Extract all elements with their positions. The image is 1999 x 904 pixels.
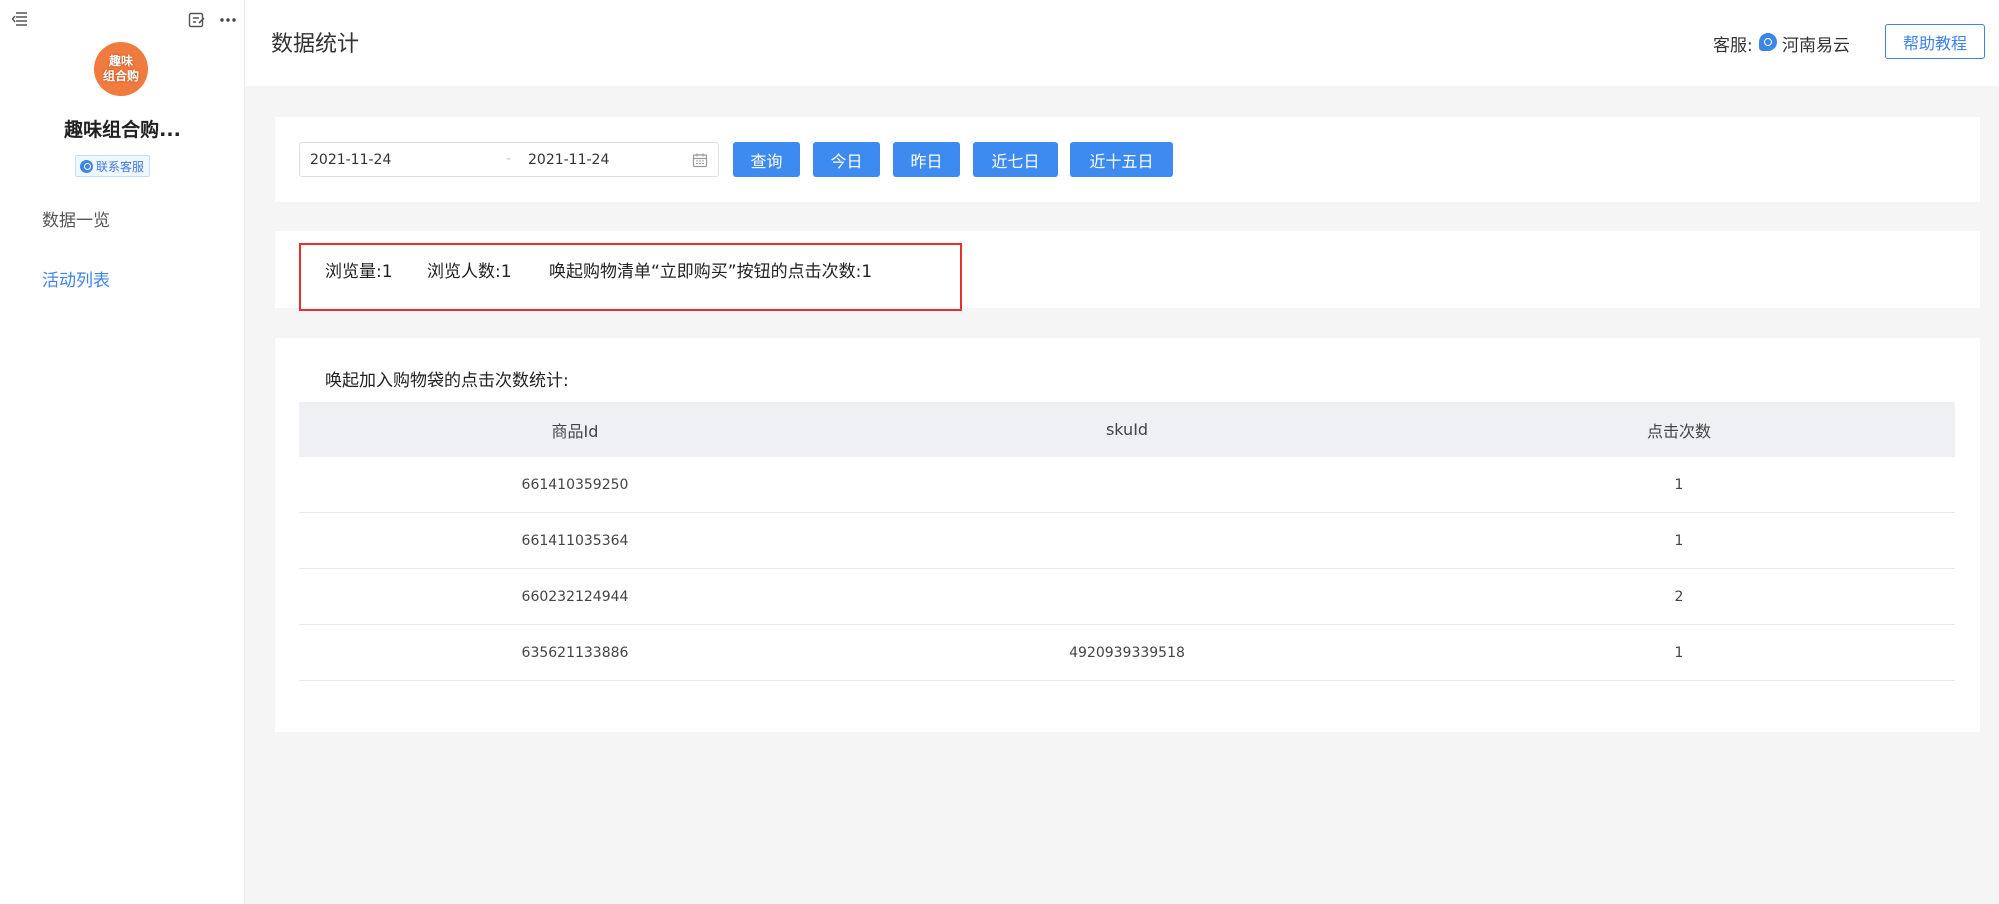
last-7-days-button[interactable]: 近七日: [973, 142, 1058, 177]
date-start-input[interactable]: 2021-11-24: [310, 152, 391, 168]
contact-service-label: 联系客服: [96, 159, 145, 174]
column-header-product-id: 商品Id: [551, 421, 599, 441]
stat-views: 浏览量:1: [325, 262, 393, 282]
contact-service-button[interactable]: 联系客服: [75, 155, 151, 177]
cell-product-id: 660232124944: [521, 588, 629, 605]
column-header-click-count: 点击次数: [1646, 421, 1711, 441]
table-title: 唤起加入购物袋的点击次数统计:: [325, 371, 569, 391]
header: 数据统计 客服: 河南易云 帮助教程: [245, 0, 1999, 86]
table-row: 661411035364 1: [299, 513, 1955, 569]
query-button[interactable]: 查询: [733, 142, 800, 177]
service-label: 客服:: [1713, 36, 1753, 56]
cell-click-count: 1: [1674, 476, 1684, 493]
stats-card: 浏览量:1 浏览人数:1 唤起购物清单“立即购买”按钮的点击次数:1: [275, 231, 1980, 311]
cell-product-id: 661411035364: [521, 532, 629, 549]
stat-visitors: 浏览人数:1: [427, 262, 512, 282]
sidebar: 趣味 组合购 趣味组合购... 联系客服 数据一览 活动列表: [0, 0, 245, 904]
cart-clicks-card: 唤起加入购物袋的点击次数统计: 商品Id skuId 点击次数 66141035…: [275, 338, 1980, 732]
yesterday-button[interactable]: 昨日: [893, 142, 960, 177]
service-icon: [80, 159, 93, 173]
date-range-picker[interactable]: 2021-11-24 - 2021-11-24: [299, 142, 719, 177]
cell-click-count: 2: [1674, 588, 1684, 605]
table-row: 660232124944 2: [299, 569, 1955, 625]
nav-item-activity-list[interactable]: 活动列表: [42, 266, 110, 291]
table-row: 635621133886 4920939339518 1: [299, 625, 1955, 681]
table-row: 661410359250 1: [299, 457, 1955, 513]
table-header: 商品Id skuId 点击次数: [299, 402, 1955, 457]
last-15-days-button[interactable]: 近十五日: [1070, 142, 1173, 177]
nav-item-data-overview[interactable]: 数据一览: [42, 206, 110, 231]
menu-collapse-icon[interactable]: [12, 12, 28, 26]
cell-click-count: 1: [1674, 532, 1684, 549]
cart-clicks-table: 商品Id skuId 点击次数 661410359250 1 661411035…: [299, 402, 1955, 681]
cell-click-count: 1: [1674, 644, 1684, 661]
date-end-input[interactable]: 2021-11-24: [528, 152, 609, 168]
service-chat-icon[interactable]: [1759, 33, 1777, 51]
column-header-sku-id: skuId: [1105, 420, 1149, 439]
edit-icon[interactable]: [188, 11, 206, 29]
help-tutorial-button[interactable]: 帮助教程: [1885, 24, 1985, 59]
date-separator: -: [506, 151, 512, 167]
page-title: 数据统计: [271, 32, 360, 57]
today-button[interactable]: 今日: [813, 142, 880, 177]
service-name[interactable]: 河南易云: [1782, 31, 1850, 56]
more-icon[interactable]: [219, 11, 237, 29]
shop-name: 趣味组合购...: [64, 119, 181, 141]
cell-sku-id: 4920939339518: [1069, 644, 1185, 661]
cell-product-id: 661410359250: [521, 476, 629, 493]
cell-product-id: 635621133886: [521, 644, 629, 661]
calendar-icon: [692, 153, 708, 168]
shop-logo: 趣味 组合购: [94, 42, 148, 96]
stat-buy-now-clicks: 唤起购物清单“立即购买”按钮的点击次数:1: [549, 262, 873, 282]
filter-card: 2021-11-24 - 2021-11-24 查询 今日 昨日 近七日 近十五…: [275, 117, 1980, 202]
